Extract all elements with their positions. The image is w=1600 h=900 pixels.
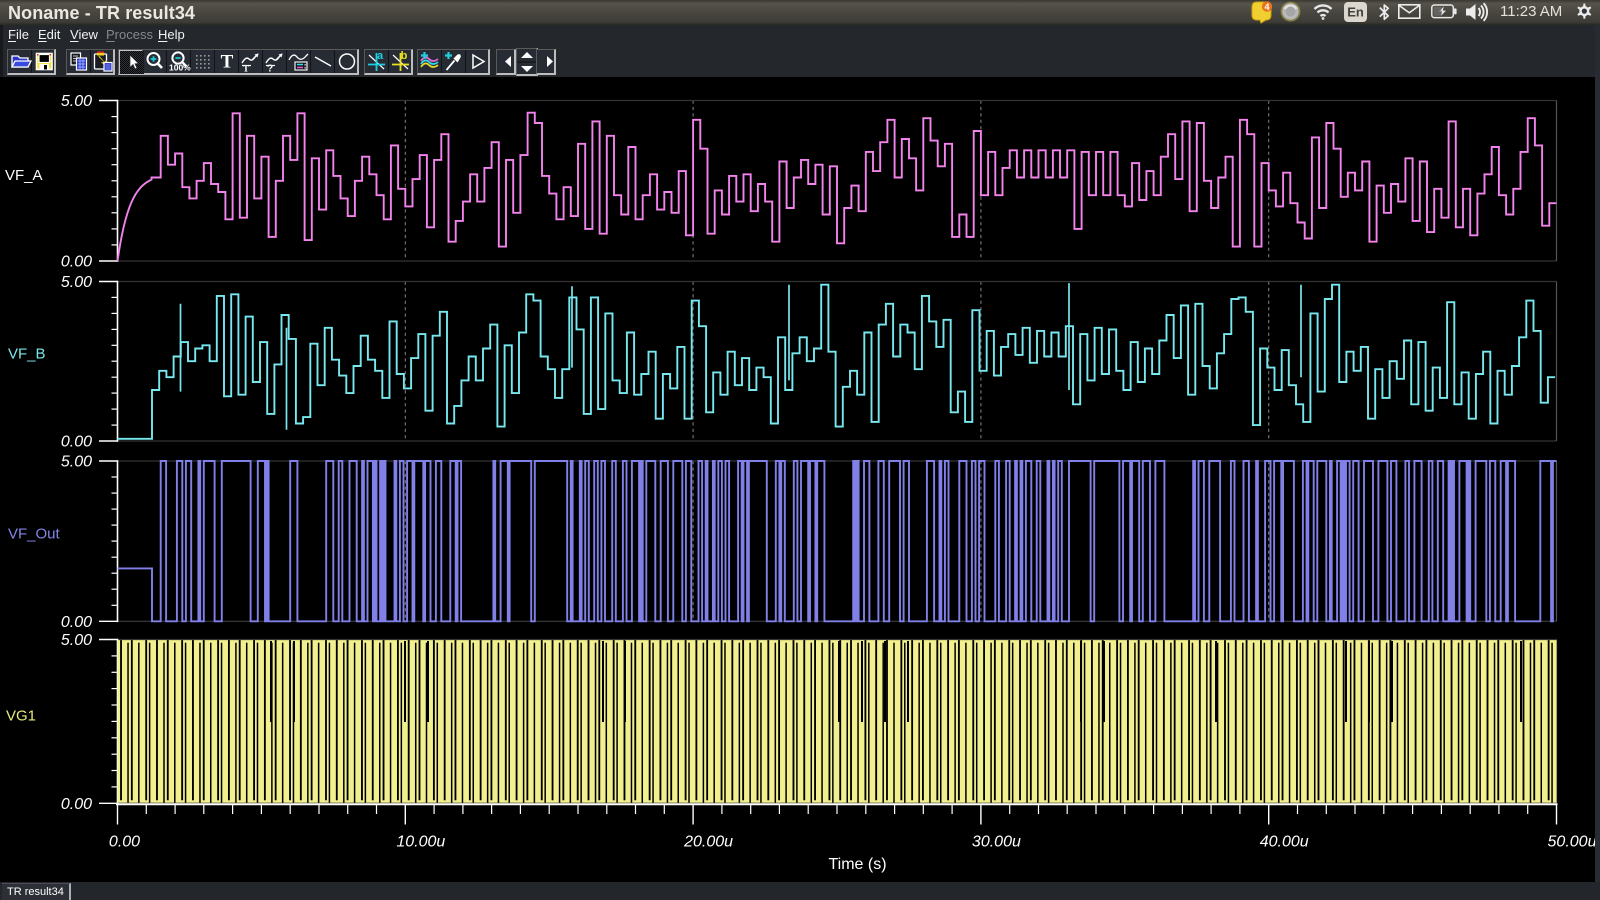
svg-text:a: a — [377, 50, 384, 62]
svg-text:30.00u: 30.00u — [972, 834, 1021, 851]
svg-text:b: b — [401, 50, 408, 62]
svg-text:10.00u: 10.00u — [396, 834, 445, 851]
svg-text:40.00u: 40.00u — [1260, 834, 1309, 851]
svg-text:VF_A: VF_A — [5, 167, 43, 184]
svg-text:5.00: 5.00 — [61, 454, 92, 471]
svg-text:100%: 100% — [169, 63, 191, 73]
svg-text:0.00: 0.00 — [109, 834, 140, 851]
svg-text:VF_B: VF_B — [8, 346, 46, 363]
svg-text:VG1: VG1 — [6, 708, 36, 725]
svg-text:?: ? — [267, 64, 273, 74]
svg-text:0.00: 0.00 — [61, 614, 92, 631]
svg-text:0.00: 0.00 — [61, 796, 92, 813]
svg-text:5.00: 5.00 — [61, 93, 92, 110]
svg-text:Time (s): Time (s) — [828, 856, 886, 873]
svg-text:En: En — [1347, 5, 1364, 20]
svg-text:VF_Out: VF_Out — [8, 526, 61, 543]
svg-text:4: 4 — [1264, 2, 1269, 12]
svg-text:5.00: 5.00 — [61, 274, 92, 291]
svg-text:T: T — [221, 52, 234, 73]
svg-text:50.00u: 50.00u — [1548, 834, 1597, 851]
svg-text:0.00: 0.00 — [61, 254, 92, 271]
svg-text:T: T — [243, 64, 249, 74]
svg-text:20.00u: 20.00u — [683, 834, 733, 851]
svg-text:0.00: 0.00 — [61, 434, 92, 451]
svg-text:5.00: 5.00 — [61, 632, 92, 649]
